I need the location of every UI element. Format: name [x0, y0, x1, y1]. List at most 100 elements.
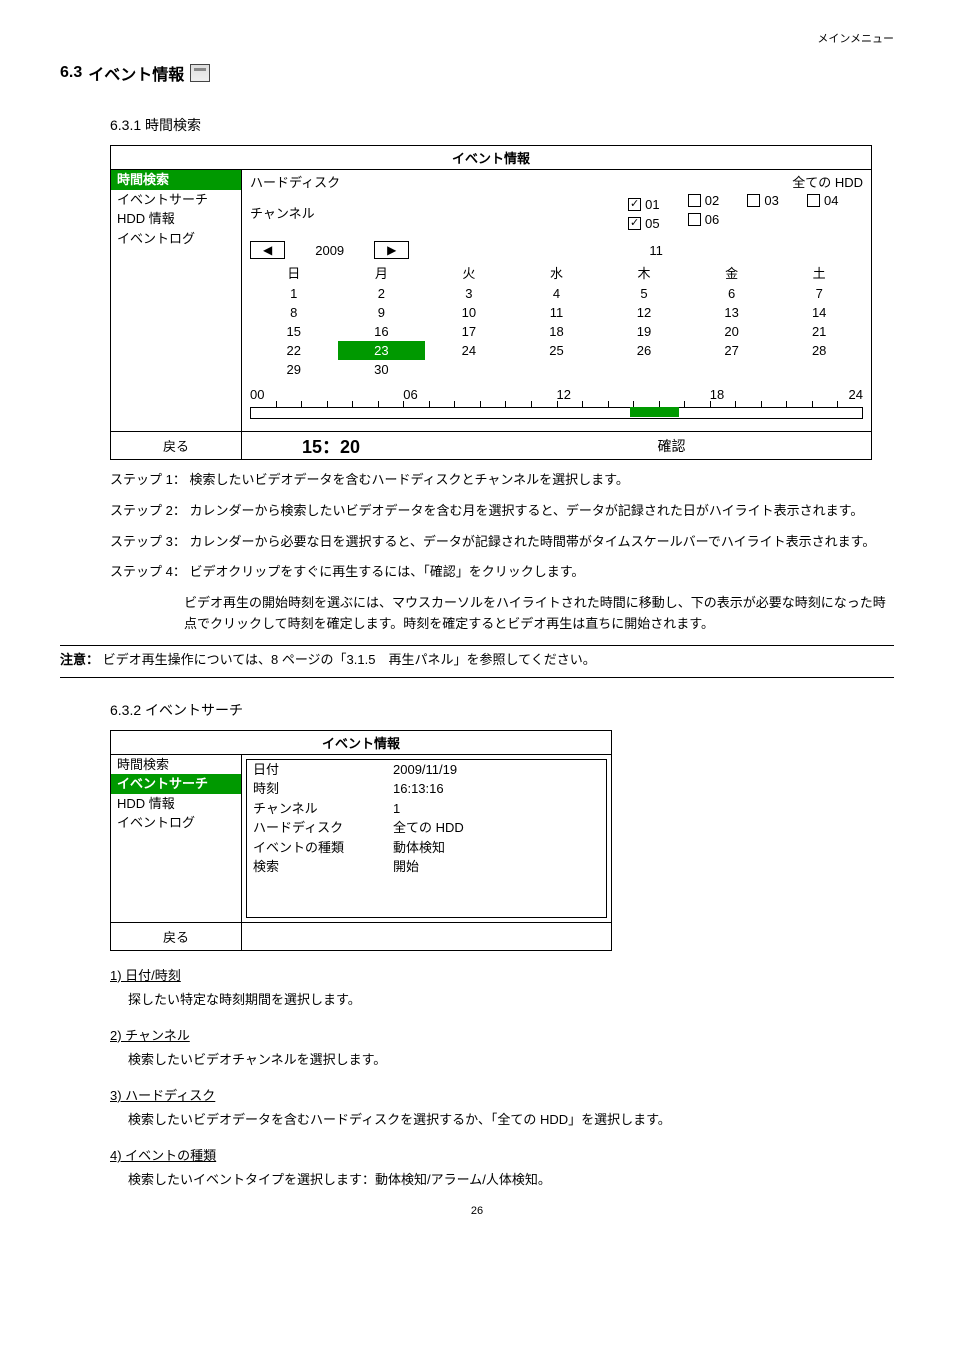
cal-day[interactable]: 14 [775, 303, 863, 322]
cal-head: 水 [513, 261, 601, 284]
event-info-window-2: イベント情報 時間検索 イベントサーチ HDD 情報 イベントログ 日付2009… [110, 730, 612, 951]
checkbox-empty-icon [688, 213, 701, 226]
section-6-3-1: 6.3.1 時間検索 [110, 115, 894, 135]
cal-day[interactable] [513, 360, 601, 379]
ch-02[interactable]: 02 [688, 193, 744, 208]
cal-day[interactable]: 26 [600, 341, 688, 360]
sidebar-item-event-search[interactable]: イベントサーチ [111, 190, 241, 210]
cal-day-selected[interactable]: 23 [338, 341, 426, 360]
cal-day[interactable]: 21 [775, 322, 863, 341]
date-value[interactable]: 2009/11/19 [393, 760, 457, 780]
cal-day[interactable]: 20 [688, 322, 776, 341]
sidebar-item-time-search[interactable]: 時間検索 [111, 170, 241, 190]
sidebar-item-event-log[interactable]: イベントログ [111, 813, 241, 833]
ch-03[interactable]: 03 [747, 193, 803, 208]
sidebar-item-time-search[interactable]: 時間検索 [111, 755, 241, 775]
next-year-button[interactable]: ▶ [374, 241, 409, 259]
cal-day[interactable]: 19 [600, 322, 688, 341]
hdd-value[interactable]: 全ての HDD [792, 172, 863, 191]
cal-day[interactable]: 11 [513, 303, 601, 322]
section-title: イベント情報 [88, 61, 184, 85]
cal-day[interactable]: 28 [775, 341, 863, 360]
cal-day[interactable]: 24 [425, 341, 513, 360]
checkbox-empty-icon [807, 194, 820, 207]
cal-day[interactable]: 22 [250, 341, 338, 360]
month-value: 11 [649, 243, 663, 258]
step-4b: ビデオ再生の開始時刻を選ぶには、マウスカーソルをハイライトされた時間に移動し、下… [110, 593, 894, 635]
timeline-bar[interactable] [250, 407, 863, 419]
timeline[interactable]: 00 06 12 18 24 [250, 387, 863, 425]
cal-day[interactable] [775, 360, 863, 379]
option-list: 1) 日付/時刻 探したい特定な時刻期間を選択します。 2) チャンネル 検索し… [110, 965, 894, 1192]
cal-day[interactable]: 25 [513, 341, 601, 360]
cal-day[interactable]: 18 [513, 322, 601, 341]
checkbox-checked-icon: ✓ [628, 198, 641, 211]
cal-day[interactable]: 27 [688, 341, 776, 360]
section-6-3: 6.3 イベント情報 [60, 61, 894, 85]
tl-06: 06 [403, 387, 417, 402]
back-button[interactable]: 戻る [111, 432, 242, 459]
cal-day[interactable]: 1 [250, 284, 338, 303]
event-info-window-1: イベント情報 時間検索 イベントサーチ HDD 情報 イベントログ ハードディス… [110, 145, 872, 460]
cal-day[interactable]: 30 [338, 360, 426, 379]
tl-12: 12 [557, 387, 571, 402]
cal-day[interactable]: 6 [688, 284, 776, 303]
cal-day[interactable]: 5 [600, 284, 688, 303]
cal-day[interactable] [600, 360, 688, 379]
sidebar-item-event-log[interactable]: イベントログ [111, 229, 241, 249]
cal-day[interactable]: 13 [688, 303, 776, 322]
checkbox-empty-icon [688, 194, 701, 207]
sub-title: イベントサーチ [145, 702, 243, 718]
opt-4-body: 検索したいイベントタイプを選択します：動体検知/アラーム/人体検知。 [128, 1169, 894, 1191]
confirm-button[interactable]: 確認 [532, 432, 871, 459]
cal-day[interactable]: 17 [425, 322, 513, 341]
cal-day[interactable]: 8 [250, 303, 338, 322]
tl-18: 18 [710, 387, 724, 402]
ch-06[interactable]: 06 [688, 212, 744, 227]
cal-day[interactable]: 7 [775, 284, 863, 303]
channel-value[interactable]: 1 [393, 799, 400, 819]
hdd-label: ハードディスク [253, 818, 393, 838]
ch-05[interactable]: ✓05 [628, 216, 684, 231]
cal-day[interactable]: 9 [338, 303, 426, 322]
sidebar-item-hdd-info[interactable]: HDD 情報 [111, 794, 241, 814]
cal-day[interactable]: 16 [338, 322, 426, 341]
sub-title: 時間検索 [145, 117, 201, 133]
sidebar-item-hdd-info[interactable]: HDD 情報 [111, 209, 241, 229]
note-body: ビデオ再生操作については、8 ページの「3.1.5 再生パネル」を参照してくださ… [99, 652, 596, 667]
main-pane: ハードディスク 全ての HDD チャンネル ✓01 02 03 04 ✓05 0… [242, 169, 871, 431]
cal-day[interactable]: 10 [425, 303, 513, 322]
cal-day[interactable]: 3 [425, 284, 513, 303]
main-pane: 日付2009/11/19 時刻16:13:16 チャンネル1 ハードディスク全て… [242, 754, 611, 922]
cal-day[interactable]: 2 [338, 284, 426, 303]
window-title: イベント情報 [111, 146, 871, 169]
cal-head: 日 [250, 261, 338, 284]
event-type-value[interactable]: 動体検知 [393, 838, 445, 858]
hdd-label: ハードディスク [250, 172, 360, 191]
cal-day[interactable] [688, 360, 776, 379]
cal-head: 火 [425, 261, 513, 284]
time-label: 時刻 [253, 779, 393, 799]
search-start-button[interactable]: 開始 [393, 857, 419, 877]
opt-1-title: 1) 日付/時刻 [110, 968, 181, 983]
opt-2-body: 検索したいビデオチャンネルを選択します。 [128, 1049, 894, 1071]
timeline-highlight[interactable] [630, 407, 679, 417]
ch-01[interactable]: ✓01 [628, 197, 684, 212]
opt-3-body: 検索したいビデオデータを含むハードディスクを選択するか、「全ての HDD」を選択… [128, 1109, 894, 1131]
cal-day[interactable]: 12 [600, 303, 688, 322]
event-info-icon [190, 64, 210, 82]
time-value[interactable]: 16:13:16 [393, 779, 444, 799]
sidebar-item-event-search[interactable]: イベントサーチ [111, 774, 241, 794]
back-button[interactable]: 戻る [111, 923, 242, 950]
cal-day[interactable]: 4 [513, 284, 601, 303]
opt-4-title: 4) イベントの種類 [110, 1148, 216, 1163]
cal-day[interactable]: 29 [250, 360, 338, 379]
step-2: ステップ 2： カレンダーから検索したいビデオデータを含む月を選択すると、データ… [110, 501, 894, 522]
cal-day[interactable] [425, 360, 513, 379]
prev-year-button[interactable]: ◀ [250, 241, 285, 259]
opt-1-body: 探したい特定な時刻期間を選択します。 [128, 989, 894, 1011]
ch-04[interactable]: 04 [807, 193, 863, 208]
opt-3-title: 3) ハードディスク [110, 1088, 215, 1103]
cal-day[interactable]: 15 [250, 322, 338, 341]
hdd-value[interactable]: 全ての HDD [393, 818, 464, 838]
